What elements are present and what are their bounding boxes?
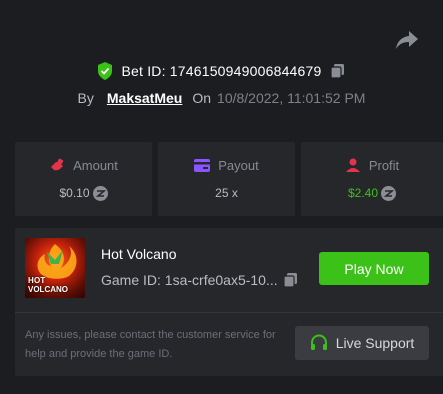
profit-label: Profit <box>368 157 400 173</box>
username-link[interactable]: MaksatMeu <box>107 90 182 106</box>
shield-check-icon <box>97 62 113 80</box>
thumb-title-line2: VOLCANO <box>28 285 68 294</box>
profit-user-icon <box>345 158 361 173</box>
bet-stats: Amount $0.10 Payout 25 x Profit $2.40 <box>15 142 443 216</box>
copy-bet-id-icon[interactable] <box>329 63 346 79</box>
coin-icon <box>381 185 397 201</box>
live-support-label: Live Support <box>335 335 415 351</box>
on-label: On <box>192 90 212 106</box>
stat-amount: Amount $0.10 <box>15 142 152 216</box>
divider <box>15 312 443 313</box>
bet-id-label: Bet ID: 1746150949006844679 <box>121 63 322 79</box>
by-label: By <box>77 90 94 106</box>
copy-game-id-icon[interactable] <box>283 272 299 288</box>
game-card: HOT VOLCANO Hot Volcano Game ID: 1sa-crf… <box>15 228 443 376</box>
profit-value: $2.40 <box>347 186 379 200</box>
stat-payout: Payout 25 x <box>158 142 295 216</box>
support-notice: Any issues, please contact the customer … <box>25 329 276 360</box>
game-name: Hot Volcano <box>101 246 177 262</box>
thumb-title-line1: HOT <box>28 276 46 285</box>
payout-value: 25 x <box>215 186 238 200</box>
bet-author-row: By MaksatMeu On 10/8/2022, 11:01:52 PM <box>0 87 443 109</box>
game-id-row: Game ID: 1sa-crfe0ax5-10... <box>101 272 299 288</box>
stat-profit: Profit $2.40 <box>301 142 443 216</box>
game-thumbnail[interactable]: HOT VOLCANO <box>25 238 85 298</box>
wallet-card-icon <box>194 159 211 172</box>
live-support-button[interactable]: Live Support <box>295 326 429 360</box>
share-icon[interactable] <box>395 29 419 51</box>
headset-icon <box>310 334 328 352</box>
amount-value: $0.10 <box>59 186 90 200</box>
bet-id-row: Bet ID: 1746150949006844679 <box>0 58 443 84</box>
game-id-label: Game ID: 1sa-crfe0ax5-10... <box>101 272 278 288</box>
bet-date: 10/8/2022, 11:01:52 PM <box>217 90 366 106</box>
bet-hand-icon <box>49 158 65 172</box>
payout-label: Payout <box>218 158 259 173</box>
coin-icon <box>92 185 108 201</box>
play-now-button[interactable]: Play Now <box>319 252 429 285</box>
amount-label: Amount <box>73 157 118 173</box>
